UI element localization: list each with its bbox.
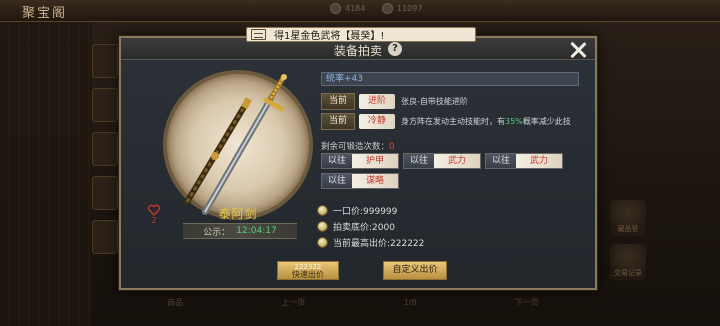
bottom-label: 商品 <box>167 297 184 307</box>
collection-button[interactable]: 藏品管 <box>610 200 646 236</box>
currency-1: 4184 <box>330 3 365 14</box>
skill-desc-text: 张良-自带技能进阶 <box>401 97 468 106</box>
skill-description: 身方阵在发动主动技能时，有35%概率减少此技能3 <box>401 116 571 127</box>
side-button[interactable] <box>92 220 118 254</box>
side-button[interactable] <box>92 176 118 210</box>
gem-icon <box>382 3 393 14</box>
skill-badge[interactable]: 冷静 <box>359 114 395 129</box>
forge-value: 武力 <box>434 154 480 168</box>
forge-label: 以往 <box>322 174 352 188</box>
skill-desc-tail: 概率减少此技能3 <box>522 117 571 126</box>
next-page-button[interactable]: 下一页 <box>515 297 539 308</box>
quick-bid-label: 快速出价 <box>292 270 324 279</box>
item-display <box>163 70 313 220</box>
right-menu: 藏品管 交易记录 <box>610 200 646 288</box>
forge-value: 护甲 <box>352 154 398 168</box>
stat-bar: 统率+43 <box>321 72 579 86</box>
heart-icon[interactable] <box>148 204 160 216</box>
currency-2-value: 11097 <box>397 4 423 13</box>
skill-tag: 当前 <box>321 93 355 110</box>
quick-bid-button[interactable]: 222322 快速出价 <box>277 261 339 280</box>
game-screen: 聚宝阁 4184 11097 藏品管 交易记录 商品 上一页 1/8 下一页 得… <box>0 0 720 326</box>
skill-tag: 当前 <box>321 113 355 130</box>
trade-record-button[interactable]: 交易记录 <box>610 244 646 280</box>
public-label: 公示： <box>203 227 231 238</box>
forge-label: 以往 <box>486 154 516 168</box>
forge-row: 以往 谋略 <box>321 173 571 189</box>
help-icon[interactable]: ? <box>388 42 402 56</box>
forge-value: 武力 <box>516 154 562 168</box>
sword-icon <box>184 74 287 215</box>
close-icon[interactable] <box>569 41 587 59</box>
coin-icon <box>317 221 328 232</box>
notice-banner: 得1星金色武将【聂癸】! <box>246 27 476 42</box>
page-indicator: 1/8 <box>403 297 417 307</box>
highest-bid-text: 当前最高出价:222222 <box>333 239 425 249</box>
notice-icon <box>251 29 266 40</box>
buyout-price-text: 一口价:999999 <box>333 207 398 217</box>
forge-option[interactable]: 以往 武力 <box>485 153 563 169</box>
reserve-price: 拍卖底价:2000 <box>317 220 395 233</box>
public-time: 12:04:17 <box>236 226 277 236</box>
skill-row: 当前 冷静 身方阵在发动主动技能时，有35%概率减少此技能3 <box>321 113 579 130</box>
forge-row: 以往 护甲 以往 武力 以往 武力 <box>321 153 571 169</box>
currency-1-value: 4184 <box>345 4 366 13</box>
forge-label: 以往 <box>322 154 352 168</box>
skill-description: 张良-自带技能进阶 <box>401 96 571 107</box>
custom-bid-button[interactable]: 自定义出价 <box>383 261 447 280</box>
notice-text: 得1星金色武将【聂癸】! <box>274 31 385 42</box>
currency-2: 11097 <box>382 3 422 14</box>
public-timer: 公示： 12:04:17 <box>183 223 297 239</box>
skill-desc-text: 身方阵在发动主动技能时，有 <box>401 117 505 126</box>
forge-label: 以往 <box>404 154 434 168</box>
forge-value: 谋略 <box>352 174 398 188</box>
background-pattern <box>0 22 92 326</box>
item-name: 泰阿剑 <box>218 207 258 221</box>
remain-label: 剩余可锻造次数： <box>321 142 390 152</box>
skill-row: 当前 进阶 张良-自带技能进阶 <box>321 93 579 110</box>
coin-icon <box>317 205 328 216</box>
skill-badge[interactable]: 进阶 <box>359 94 395 109</box>
top-bar: 聚宝阁 4184 11097 <box>0 0 720 22</box>
remain-number: 0 <box>389 142 395 152</box>
side-button[interactable] <box>92 88 118 122</box>
reserve-price-text: 拍卖底价:2000 <box>333 223 395 233</box>
highest-bid: 当前最高出价:222222 <box>317 236 424 249</box>
forge-option[interactable]: 以往 谋略 <box>321 173 399 189</box>
forge-option[interactable]: 以往 护甲 <box>321 153 399 169</box>
side-menu <box>92 44 118 264</box>
coin-icon <box>330 3 341 14</box>
pagination: 商品 上一页 1/8 下一页 <box>118 292 588 312</box>
page-title: 聚宝阁 <box>22 6 68 21</box>
side-button[interactable] <box>92 132 118 166</box>
auction-dialog: 装备拍卖 ? 2 泰阿剑 公示： 12:04:17 统率+43 当前 进阶 张良… <box>119 36 597 290</box>
forge-options: 以往 护甲 以往 武力 以往 武力 以往 谋略 <box>321 153 571 193</box>
dialog-title: 装备拍卖 <box>333 44 382 58</box>
remaining-forge-count: 剩余可锻造次数：0 <box>321 140 394 152</box>
like-count: 2 <box>151 216 157 225</box>
forge-option[interactable]: 以往 武力 <box>403 153 481 169</box>
coin-icon <box>317 237 328 248</box>
buyout-price: 一口价:999999 <box>317 204 397 217</box>
side-button[interactable] <box>92 44 118 78</box>
skill-desc-highlight: 35% <box>505 117 523 126</box>
prev-page-button[interactable]: 上一页 <box>281 297 305 308</box>
